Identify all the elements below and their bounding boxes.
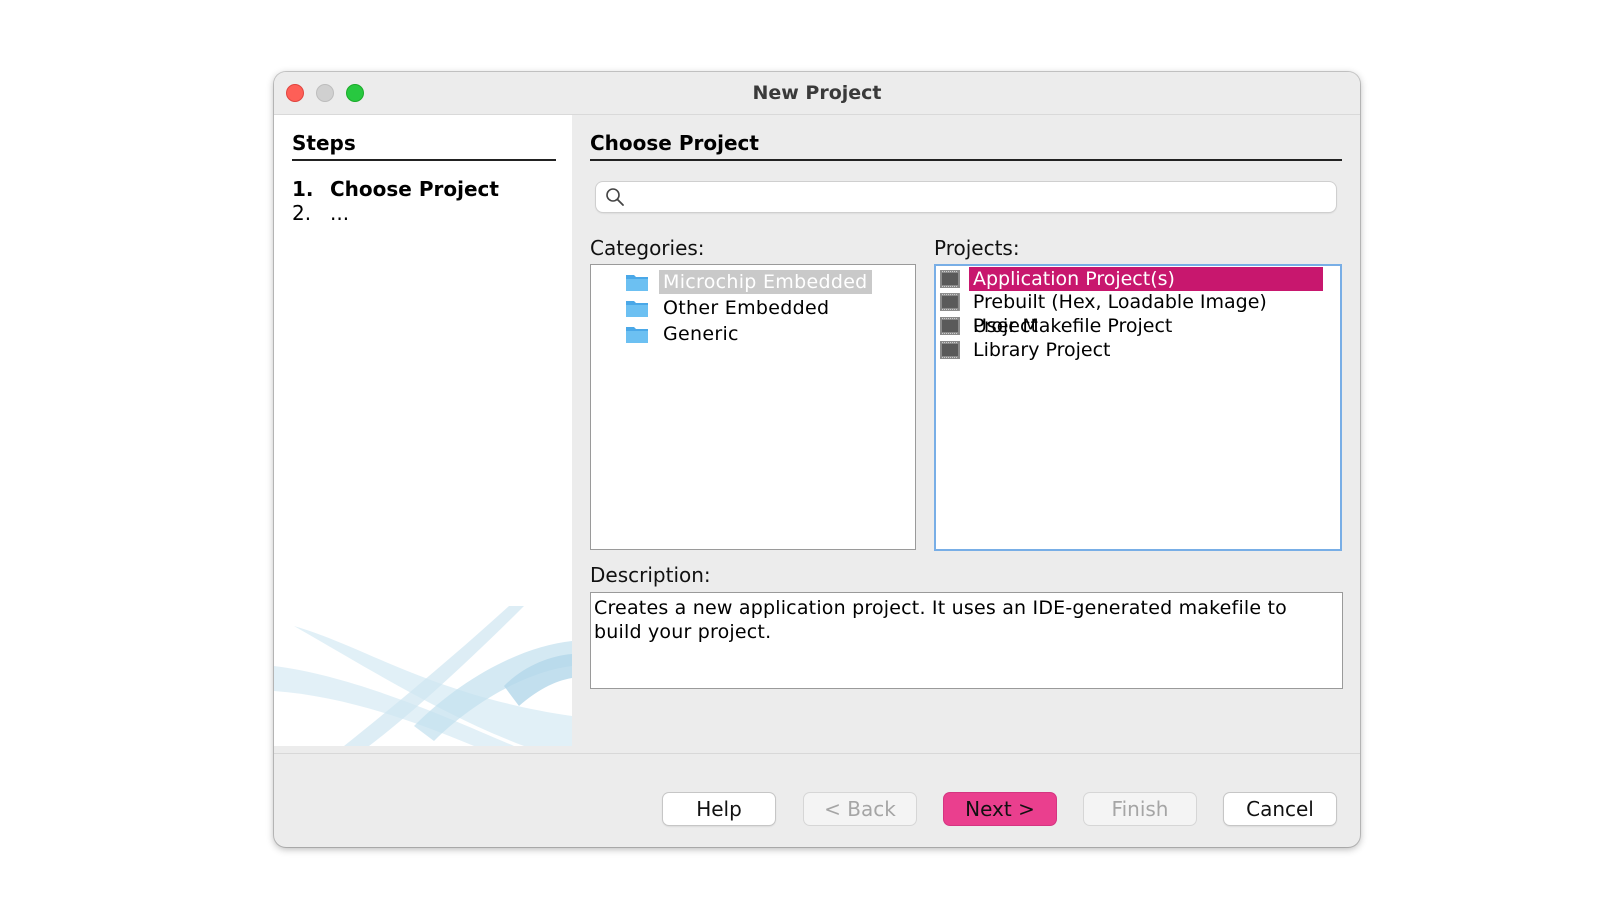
step-item-choose-project: 1. Choose Project — [292, 177, 499, 201]
projects-list[interactable]: Application Project(s) Prebuilt (Hex, Lo… — [934, 264, 1342, 551]
step-number: 2. — [292, 201, 312, 225]
title-bar[interactable]: New Project — [274, 72, 1360, 115]
new-project-dialog: New Project Steps 1. Choose Project 2....… — [274, 72, 1360, 847]
folder-icon — [626, 275, 648, 291]
step-label: Choose Project — [330, 177, 499, 201]
project-label: Application Project(s) — [969, 267, 1323, 291]
content-heading: Choose Project — [590, 131, 1342, 161]
chip-icon — [939, 293, 960, 311]
chip-icon — [940, 317, 960, 335]
project-library[interactable]: Library Project — [939, 338, 1114, 362]
project-label: Library Project — [973, 339, 1111, 361]
chip-icon — [940, 270, 960, 288]
search-field[interactable] — [596, 182, 1336, 214]
button-bar-divider — [274, 753, 1360, 754]
projects-label: Projects: — [934, 236, 1020, 260]
category-label: Generic — [663, 323, 739, 345]
category-other-embedded[interactable]: Other Embedded — [625, 295, 833, 321]
description-label: Description: — [590, 563, 711, 587]
decorative-swoosh-graphic — [274, 606, 572, 746]
category-microchip-embedded[interactable]: Microchip Embedded — [625, 269, 872, 295]
categories-label: Categories: — [590, 236, 705, 260]
category-label: Other Embedded — [663, 297, 830, 319]
chip-icon — [940, 341, 960, 359]
next-button[interactable]: Next > — [944, 793, 1056, 825]
cancel-button[interactable]: Cancel — [1224, 793, 1336, 825]
project-label: Prebuilt (Hex, Loadable Image) Project — [972, 291, 1267, 337]
description-text: Creates a new application project. It us… — [594, 597, 1288, 643]
back-button[interactable]: < Back — [804, 793, 916, 825]
step-label: ... — [330, 201, 350, 225]
search-icon — [606, 188, 624, 206]
search-input[interactable] — [632, 182, 1332, 214]
project-label: User Makefile Project — [973, 315, 1173, 337]
help-button[interactable]: Help — [663, 793, 775, 825]
window-title: New Project — [752, 82, 882, 104]
step-number: 1. — [292, 177, 314, 201]
categories-list[interactable]: Microchip Embedded Other Embedded Generi… — [590, 264, 916, 550]
steps-heading: Steps — [292, 131, 556, 161]
category-label: Microchip Embedded — [659, 270, 872, 294]
category-generic[interactable]: Generic — [625, 321, 743, 347]
project-prebuilt[interactable]: Prebuilt (Hex, Loadable Image) Project — [939, 290, 1340, 337]
project-application[interactable]: Application Project(s) — [939, 267, 1323, 291]
folder-icon — [626, 327, 648, 343]
steps-panel: Steps 1. Choose Project 2.... — [274, 115, 572, 746]
project-user-makefile[interactable]: User Makefile Project — [939, 314, 1176, 338]
finish-button[interactable]: Finish — [1084, 793, 1196, 825]
step-item-next: 2.... — [292, 201, 349, 225]
description-box: Creates a new application project. It us… — [590, 592, 1343, 689]
folder-icon — [626, 301, 648, 317]
